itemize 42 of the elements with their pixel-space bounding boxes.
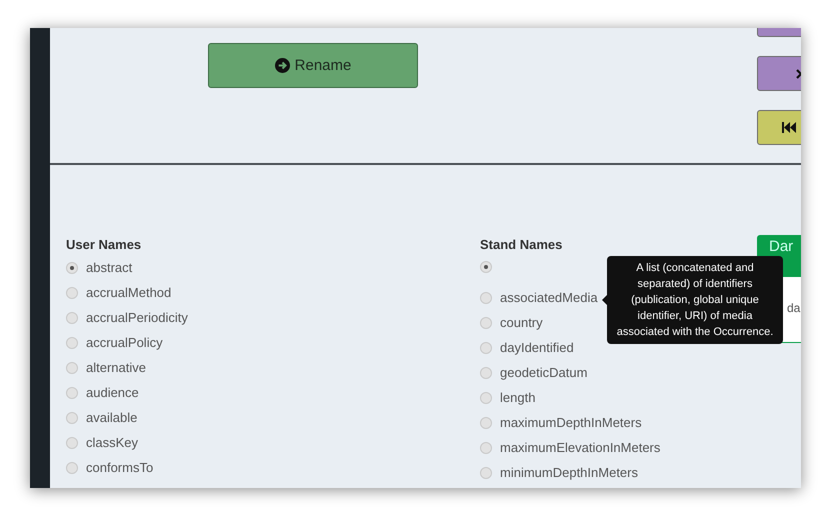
radio-label: available	[86, 410, 138, 425]
radio-button[interactable]	[480, 342, 492, 354]
radio-label: country	[500, 315, 543, 330]
radio-label: dayIdentified	[500, 340, 574, 355]
panel-text: da	[787, 301, 800, 315]
radio-label: abstract	[86, 260, 132, 275]
radio-button[interactable]	[66, 462, 78, 474]
rename-button[interactable]: Rename	[208, 43, 418, 88]
radio-label: audience	[86, 385, 139, 400]
radio-button[interactable]	[66, 362, 78, 374]
radio-button[interactable]	[66, 262, 78, 274]
radio-label: accrualMethod	[86, 285, 172, 300]
radio-label: accrualPolicy	[86, 335, 163, 350]
radio-label: maximumDepthInMeters	[500, 415, 642, 430]
column-heading: Stand Names	[480, 236, 564, 254]
radio-label: classKey	[86, 435, 138, 450]
skip-back-icon	[782, 122, 796, 133]
radio-button[interactable]	[480, 261, 492, 273]
radio-button[interactable]	[480, 392, 492, 404]
arrow-circle-icon	[274, 58, 290, 73]
radio-button[interactable]	[66, 286, 78, 298]
tooltip: A list (concatenated and separated) of identifiers (publication, global unique identifier, URI) of media associated with the Occurrence.	[607, 256, 783, 344]
radio-label: conformsTo	[86, 460, 154, 475]
radio-button[interactable]	[66, 436, 78, 448]
radio-button[interactable]	[480, 442, 492, 454]
radio-button[interactable]	[480, 292, 492, 304]
radio-button[interactable]	[480, 466, 492, 478]
radio-label: alternative	[86, 360, 146, 375]
radio-button[interactable]	[66, 386, 78, 398]
radio-button[interactable]	[66, 336, 78, 348]
column-heading: User Names	[66, 236, 142, 254]
radio-label: maximumElevationInMeters	[500, 440, 660, 455]
radio-label: associatedMedia	[500, 290, 598, 305]
radio-label: minimumDepthInMeters	[500, 465, 638, 480]
radio-button[interactable]	[66, 312, 78, 324]
radio-button[interactable]	[480, 416, 492, 428]
radio-label: accrualPeriodicity	[86, 310, 188, 325]
radio-button[interactable]	[480, 366, 492, 378]
radio-button[interactable]	[480, 316, 492, 328]
radio-label: geodeticDatum	[500, 365, 588, 380]
radio-button[interactable]	[66, 412, 78, 424]
radio-label: length	[500, 390, 536, 405]
